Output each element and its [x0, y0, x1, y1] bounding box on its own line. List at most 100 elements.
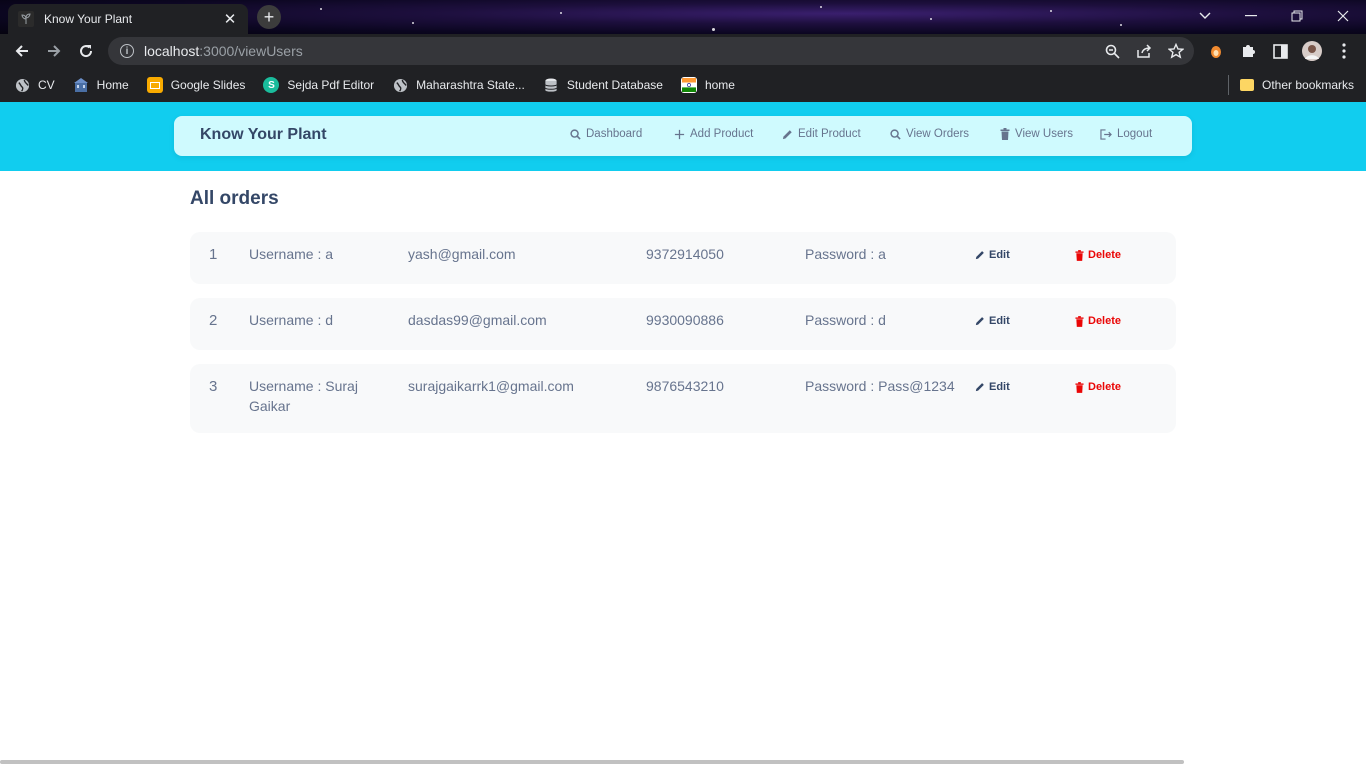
nav-view-orders[interactable]: View Orders [890, 128, 969, 140]
trash-icon [1000, 128, 1010, 140]
bookmark-home-2[interactable]: home [680, 77, 735, 93]
row-phone: 9876543210 [646, 378, 724, 394]
row-username: Username : Suraj Gaikar [249, 378, 358, 414]
zoom-icon[interactable] [1096, 34, 1128, 68]
close-tab-icon[interactable]: ✕ [222, 11, 238, 28]
more-menu-icon[interactable] [1328, 34, 1360, 68]
pencil-icon [975, 317, 984, 326]
nav-dashboard[interactable]: Dashboard [570, 128, 642, 140]
bookmark-star-icon[interactable] [1160, 34, 1192, 68]
table-row: 1 Username : a yash@gmail.com 9372914050… [190, 232, 1176, 284]
back-button[interactable] [6, 35, 38, 67]
delete-button[interactable]: Delete [1075, 381, 1121, 393]
tab-search-chevron-icon[interactable] [1182, 0, 1228, 32]
row-password: Password : d [805, 312, 886, 328]
nav-label: Logout [1117, 128, 1153, 140]
row-email: dasdas99@gmail.com [408, 312, 547, 328]
logout-icon [1100, 128, 1112, 140]
bookmark-sejda[interactable]: S Sejda Pdf Editor [263, 77, 374, 93]
star-decoration [412, 22, 414, 24]
bookmark-label: Google Slides [170, 78, 246, 92]
star-decoration [820, 6, 822, 8]
new-tab-button[interactable]: + [257, 5, 281, 29]
url-host: localhost [144, 43, 200, 59]
bookmark-home[interactable]: Home [73, 77, 129, 93]
pencil-icon [782, 129, 792, 139]
minimize-button[interactable] [1228, 0, 1274, 32]
table-row: 3 Username : Suraj Gaikar surajgaikarrk1… [190, 364, 1176, 433]
horizontal-scrollbar[interactable] [0, 760, 1184, 764]
nav-label: Add Product [690, 128, 754, 140]
plant-favicon-icon [18, 11, 34, 27]
delete-button[interactable]: Delete [1075, 315, 1121, 327]
browser-tabstrip: Know Your Plant ✕ + [0, 0, 1366, 34]
folder-icon [1240, 79, 1254, 91]
bookmark-label: CV [38, 78, 55, 92]
trash-icon [1075, 381, 1084, 393]
site-navbar: Know Your Plant Dashboard Add Product Ed… [174, 116, 1192, 156]
nav-logout[interactable]: Logout [1100, 128, 1152, 140]
bookmarks-divider [1228, 75, 1229, 95]
row-username: Username : a [249, 246, 334, 262]
bookmark-student-database[interactable]: Student Database [543, 77, 663, 93]
bookmark-label: Sejda Pdf Editor [287, 78, 375, 92]
building-icon [73, 77, 89, 93]
globe-icon [14, 77, 30, 93]
row-index: 1 [209, 246, 218, 263]
nav-view-users[interactable]: View Users [1000, 128, 1073, 140]
address-bar[interactable]: i localhost:3000/viewUsers [108, 37, 1194, 65]
nav-label: Edit Product [798, 128, 861, 140]
other-bookmarks[interactable]: Other bookmarks [1240, 68, 1354, 102]
edit-label: Edit [989, 381, 1010, 393]
edit-button[interactable]: Edit [975, 249, 1010, 261]
row-email: surajgaikarrk1@gmail.com [408, 378, 574, 394]
slides-icon [146, 77, 163, 93]
star-decoration [712, 28, 715, 31]
star-decoration [320, 8, 322, 10]
edit-label: Edit [989, 249, 1010, 261]
trash-icon [1075, 249, 1084, 261]
sejda-icon: S [263, 77, 280, 93]
star-decoration [930, 18, 932, 20]
bookmarks-bar: CV Home Google Slides S Sejda Pdf Editor… [0, 68, 1366, 102]
restore-button[interactable] [1274, 0, 1320, 32]
profile-avatar[interactable] [1296, 34, 1328, 68]
close-window-button[interactable] [1320, 0, 1366, 32]
puzzle-extensions-icon[interactable] [1232, 34, 1264, 68]
extension-icon[interactable] [1200, 34, 1232, 68]
pencil-icon [975, 383, 984, 392]
row-phone: 9372914050 [646, 246, 724, 262]
delete-label: Delete [1088, 381, 1122, 393]
site-info-icon[interactable]: i [120, 44, 134, 58]
row-password: Password : Pass@1234 [805, 378, 955, 394]
nav-label: View Orders [906, 128, 970, 140]
share-icon[interactable] [1128, 34, 1160, 68]
tab-title: Know Your Plant [44, 12, 133, 26]
edit-button[interactable]: Edit [975, 315, 1010, 327]
url-path: :3000/viewUsers [199, 43, 303, 59]
search-icon [570, 128, 581, 140]
trash-icon [1075, 315, 1084, 327]
delete-button[interactable]: Delete [1075, 249, 1121, 261]
edit-button[interactable]: Edit [975, 381, 1010, 393]
flag-icon [680, 77, 697, 93]
page-title: All orders [190, 188, 279, 209]
database-icon [543, 77, 559, 93]
bookmark-maharashtra[interactable]: Maharashtra State... [392, 77, 525, 93]
forward-button[interactable] [38, 35, 70, 67]
browser-tab-active[interactable]: Know Your Plant ✕ [8, 4, 248, 34]
row-phone: 9930090886 [646, 312, 724, 328]
search-icon [890, 128, 901, 140]
brand-logo[interactable]: Know Your Plant [200, 126, 327, 144]
star-decoration [1120, 24, 1122, 26]
bookmark-label: Student Database [566, 78, 663, 92]
bookmark-cv[interactable]: CV [14, 77, 55, 93]
nav-edit-product[interactable]: Edit Product [782, 128, 861, 140]
bookmark-label: home [704, 78, 735, 92]
bookmark-google-slides[interactable]: Google Slides [146, 77, 246, 93]
reload-button[interactable] [70, 35, 102, 67]
side-panel-icon[interactable] [1264, 34, 1296, 68]
nav-add-product[interactable]: Add Product [674, 128, 753, 140]
globe-icon [392, 77, 408, 93]
delete-label: Delete [1088, 249, 1122, 261]
